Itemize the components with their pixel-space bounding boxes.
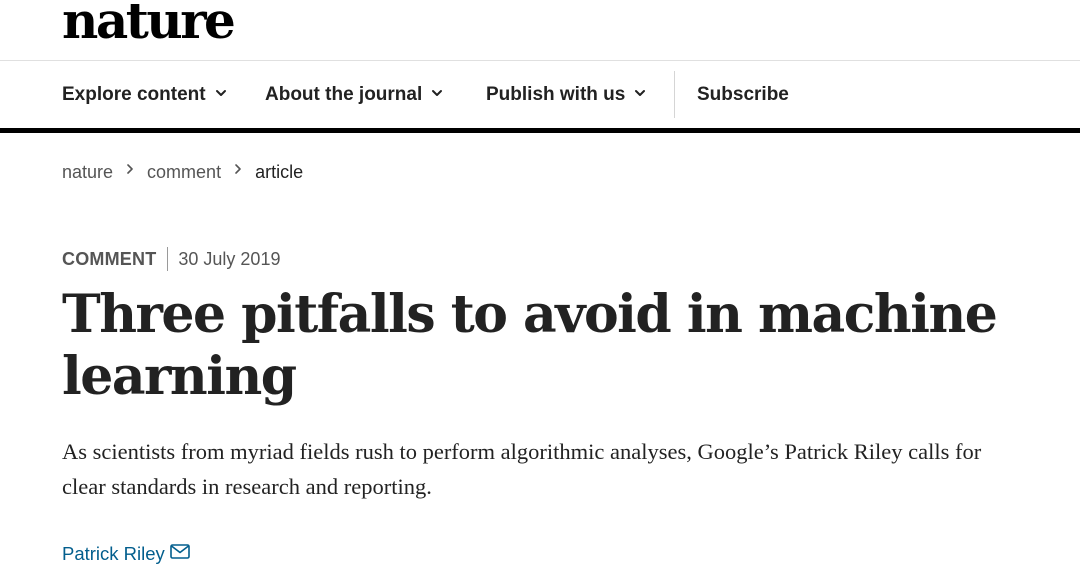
- nav-publish-with-us-label: Publish with us: [486, 83, 626, 105]
- breadcrumb-item-nature[interactable]: nature: [62, 162, 113, 183]
- article-meta: COMMENT 30 July 2019: [62, 245, 280, 273]
- chevron-right-icon: [127, 164, 133, 174]
- breadcrumb-item-article: article: [255, 161, 304, 182]
- publication-date: 30 July 2019: [178, 248, 281, 269]
- nav-about-the-journal[interactable]: About the journal: [265, 61, 443, 128]
- author-link[interactable]: Patrick Riley: [62, 540, 190, 568]
- meta-divider: [167, 247, 169, 271]
- article-standfirst: As scientists from myriad fields rush to…: [62, 439, 982, 499]
- site-header: nature: [0, 0, 1080, 61]
- main-nav: Explore content About the journal Publis…: [0, 61, 1080, 133]
- mail-icon[interactable]: [170, 543, 190, 559]
- chevron-down-icon: [635, 89, 646, 96]
- article-type[interactable]: COMMENT: [62, 249, 156, 270]
- nav-subscribe-label: Subscribe: [697, 83, 789, 105]
- chevron-down-icon: [215, 89, 226, 96]
- breadcrumb: nature comment article: [62, 158, 303, 186]
- nature-logo[interactable]: nature: [62, 0, 236, 51]
- chevron-right-icon: [235, 164, 241, 174]
- nav-publish-with-us[interactable]: Publish with us: [486, 61, 646, 128]
- article-title: Three pitfalls to avoid in machine learn…: [62, 284, 998, 407]
- chevron-down-icon: [432, 89, 443, 96]
- author-name: Patrick Riley: [62, 543, 165, 564]
- nav-explore-content-label: Explore content: [62, 83, 206, 105]
- breadcrumb-item-comment[interactable]: comment: [147, 162, 221, 183]
- nav-divider: [674, 71, 675, 118]
- nav-explore-content[interactable]: Explore content: [62, 61, 227, 128]
- nav-about-the-journal-label: About the journal: [265, 83, 423, 105]
- nav-subscribe[interactable]: Subscribe: [697, 61, 789, 128]
